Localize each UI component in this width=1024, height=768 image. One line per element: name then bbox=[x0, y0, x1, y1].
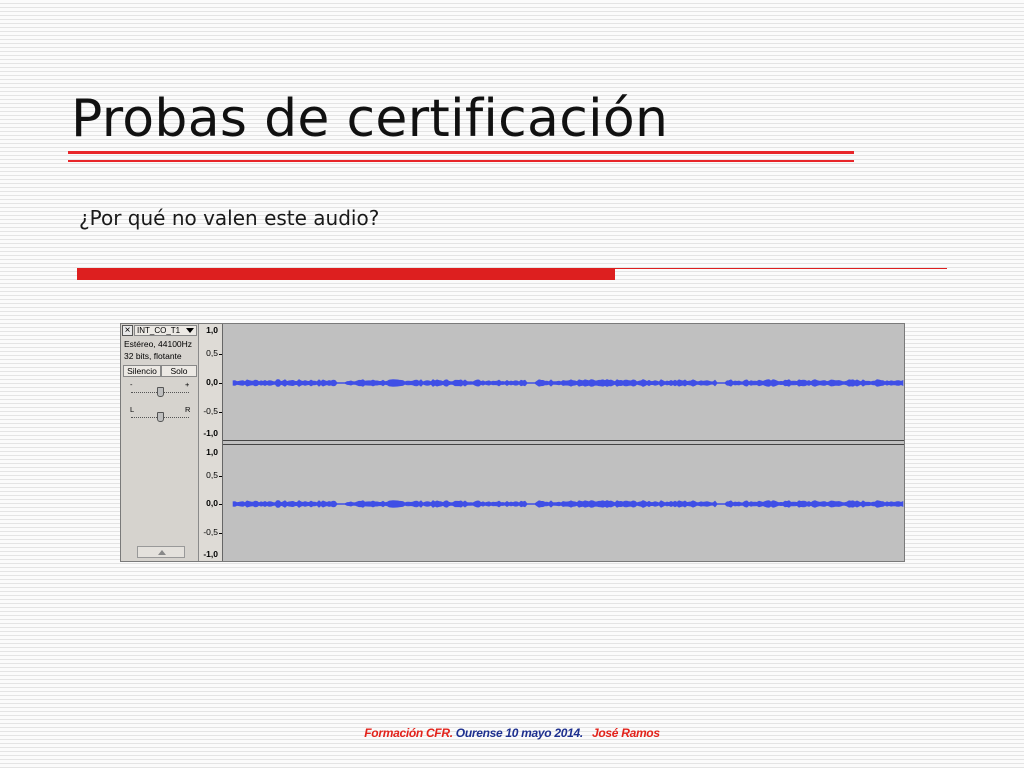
slide-title: Probas de certificación bbox=[71, 89, 669, 149]
subtitle-divider-thick bbox=[77, 268, 615, 280]
ruler-label: 0,0 bbox=[206, 377, 218, 387]
gain-slider-knob[interactable] bbox=[157, 387, 164, 397]
gain-slider[interactable] bbox=[127, 385, 193, 399]
collapse-up-icon bbox=[158, 550, 166, 555]
track-name: INT_CO_T1 bbox=[137, 326, 181, 335]
solo-button[interactable]: Solo bbox=[161, 365, 197, 377]
ruler-label: 0,5 bbox=[206, 470, 218, 480]
ruler-label: 0,5 bbox=[206, 348, 218, 358]
audacity-track-screenshot: × INT_CO_T1 Estéreo, 44100Hz 32 bits, fl… bbox=[120, 323, 905, 562]
subtitle-divider-thin bbox=[615, 268, 947, 269]
amplitude-ruler: 1,0 0,5 0,0 -0,5 -1,0 1,0 0,5 0,0 -0,5 -… bbox=[199, 324, 223, 561]
ruler-label: -1,0 bbox=[203, 428, 218, 438]
track-bitdepth-info: 32 bits, flotante bbox=[124, 351, 182, 361]
mute-button[interactable]: Silencio bbox=[123, 365, 161, 377]
waveform-left-channel bbox=[232, 379, 904, 387]
close-icon[interactable]: × bbox=[122, 325, 133, 336]
title-underline-thin bbox=[68, 160, 854, 162]
waveform-area[interactable] bbox=[223, 324, 904, 561]
slide-footer: Formación CFR. Ourense 10 mayo 2014. Jos… bbox=[0, 726, 1024, 740]
track-name-menu[interactable]: INT_CO_T1 bbox=[134, 325, 197, 336]
collapse-track-button[interactable] bbox=[137, 546, 185, 558]
ruler-label: 1,0 bbox=[206, 325, 218, 335]
waveform-right-channel bbox=[232, 500, 904, 508]
track-control-panel: × INT_CO_T1 Estéreo, 44100Hz 32 bits, fl… bbox=[121, 324, 199, 561]
ruler-label: 1,0 bbox=[206, 447, 218, 457]
title-underline-thick bbox=[68, 151, 854, 154]
track-format-info: Estéreo, 44100Hz bbox=[124, 339, 193, 349]
chevron-down-icon bbox=[186, 328, 194, 333]
footer-part-1: Formación CFR. bbox=[364, 726, 453, 740]
pan-slider[interactable] bbox=[127, 410, 193, 424]
footer-part-2: Ourense 10 mayo 2014. bbox=[452, 726, 583, 740]
footer-part-3: José Ramos bbox=[592, 726, 660, 740]
ruler-label: 0,0 bbox=[206, 498, 218, 508]
ruler-label: -0,5 bbox=[203, 406, 218, 416]
channel-separator bbox=[223, 440, 904, 441]
ruler-label: -1,0 bbox=[203, 549, 218, 559]
ruler-label: -0,5 bbox=[203, 527, 218, 537]
slide-subtitle: ¿Por qué no valen este audio? bbox=[79, 206, 380, 230]
pan-slider-knob[interactable] bbox=[157, 412, 164, 422]
